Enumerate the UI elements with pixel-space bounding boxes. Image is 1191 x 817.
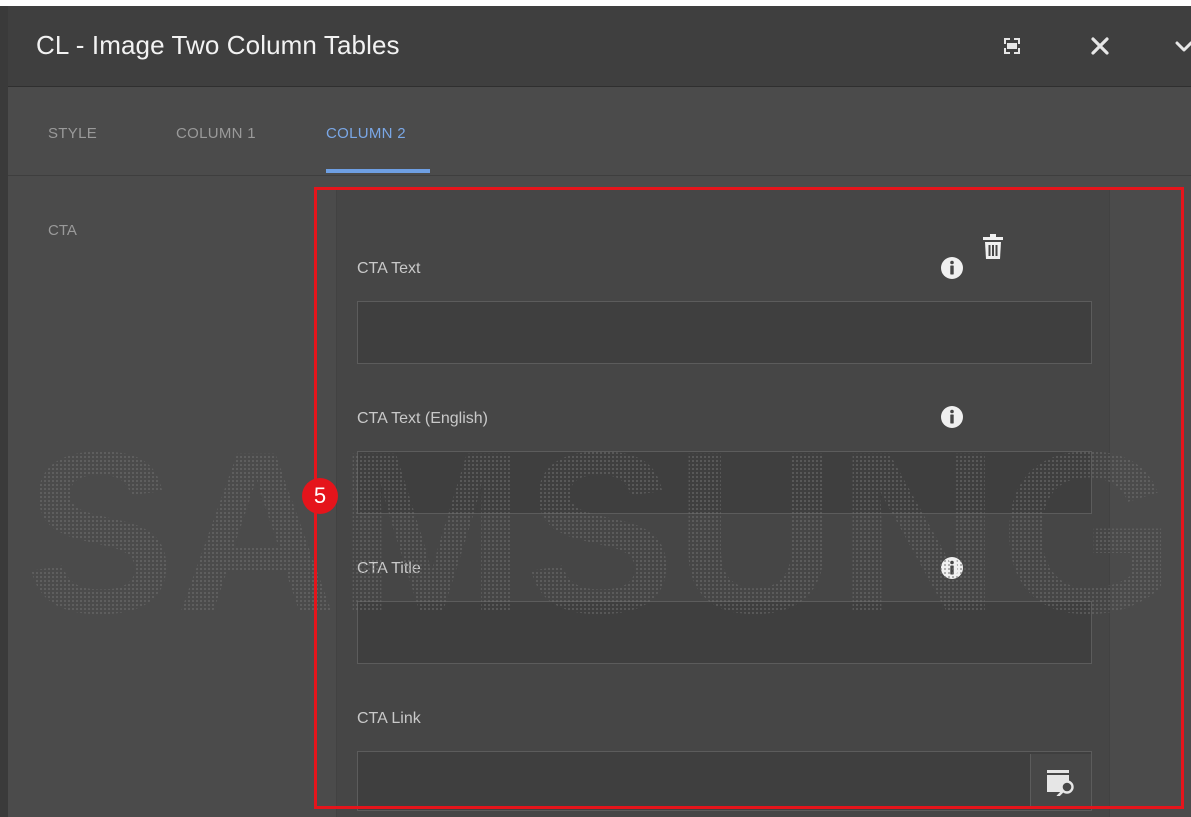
browse-button[interactable] [1030,754,1091,806]
tab-style[interactable]: STYLE [48,125,97,142]
info-icon[interactable] [940,256,964,280]
dialog-header: CL - Image Two Column Tables [8,6,1191,87]
trash-icon[interactable] [982,234,1004,260]
cta-text-english-label: CTA Text (English) [357,410,489,427]
folder-search-icon [1047,770,1074,796]
dialog-edge [0,6,8,817]
cta-link-input[interactable] [357,751,1092,811]
step-number-badge: 5 [302,478,338,514]
cta-link-label: CTA Link [357,710,421,727]
section-label: CTA [48,222,77,239]
dialog: CL - Image Two Column Tables STYLE COLUM… [0,6,1191,817]
dialog-title: CL - Image Two Column Tables [36,30,400,60]
info-icon[interactable] [940,405,964,429]
cta-title-input[interactable] [357,601,1092,664]
close-icon[interactable] [1084,30,1116,62]
cta-text-label: CTA Text [357,260,421,277]
info-icon[interactable] [940,556,964,580]
tab-column-1[interactable]: COLUMN 1 [176,125,256,142]
tab-column-2[interactable]: COLUMN 2 [326,125,406,142]
chevron-down-icon[interactable] [1168,30,1191,62]
fullscreen-icon[interactable] [996,30,1028,62]
cta-title-label: CTA Title [357,560,421,577]
dialog-content: CTA CTA Text CTA Text (English) CTA Titl… [8,176,1191,817]
tab-bar: STYLE COLUMN 1 COLUMN 2 [8,87,1191,176]
cta-text-input[interactable] [357,301,1092,364]
cta-text-english-input[interactable] [357,451,1092,514]
active-tab-indicator [326,169,430,173]
